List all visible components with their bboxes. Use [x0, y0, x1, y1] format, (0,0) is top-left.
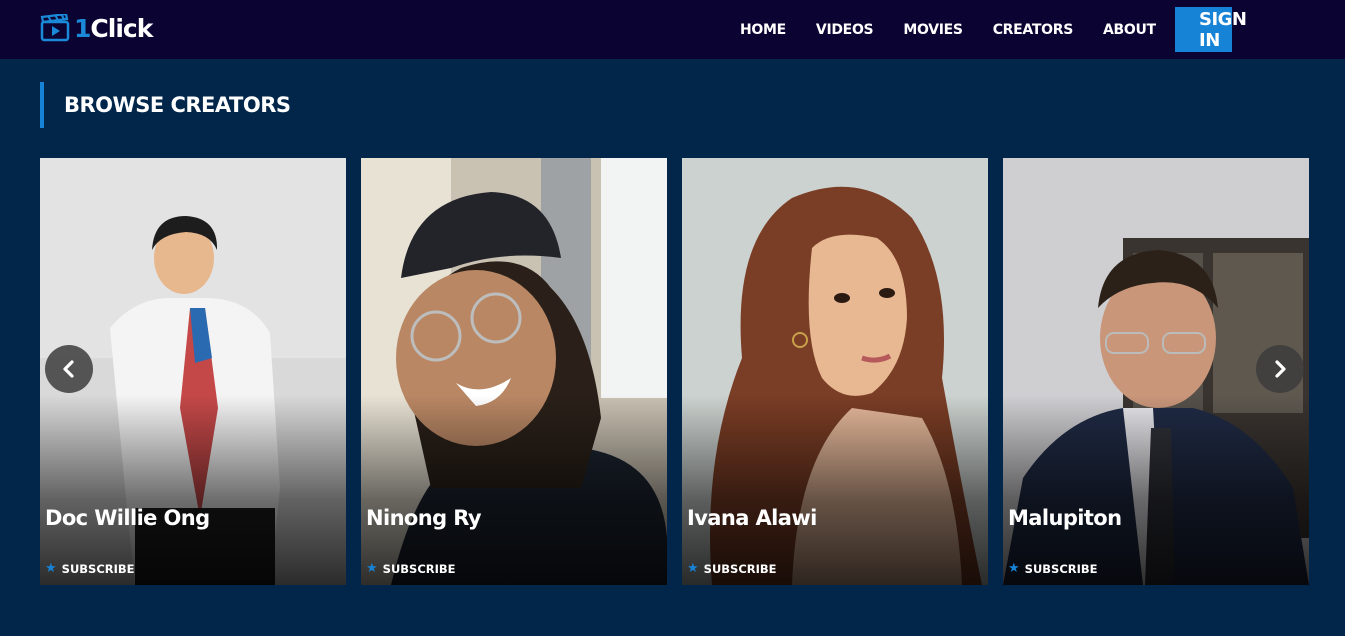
star-icon: ★ — [45, 561, 57, 576]
sign-in-button[interactable]: SIGN IN — [1175, 7, 1265, 52]
subscribe-button[interactable]: ★ SUBSCRIBE — [366, 561, 456, 576]
subscribe-button[interactable]: ★ SUBSCRIBE — [1008, 561, 1098, 576]
creator-name[interactable]: Ninong Ry — [366, 506, 482, 530]
main-nav: HOME VIDEOS MOVIES CREATORS ABOUT — [740, 0, 1186, 59]
subscribe-button[interactable]: ★ SUBSCRIBE — [687, 561, 777, 576]
creator-name[interactable]: Malupiton — [1008, 506, 1122, 530]
nav-creators[interactable]: CREATORS — [993, 22, 1074, 38]
logo-text: 1Click — [74, 13, 153, 43]
chevron-right-icon — [1275, 360, 1286, 378]
creator-name[interactable]: Doc Willie Ong — [45, 506, 210, 530]
nav-videos[interactable]: VIDEOS — [816, 22, 874, 38]
subscribe-button[interactable]: ★ SUBSCRIBE — [45, 561, 135, 576]
carousel-next-button[interactable] — [1256, 345, 1304, 393]
film-clapper-icon — [40, 14, 70, 42]
carousel-prev-button[interactable] — [45, 345, 93, 393]
star-icon: ★ — [687, 561, 699, 576]
top-navbar: 1Click HOME VIDEOS MOVIES CREATORS ABOUT… — [0, 0, 1345, 59]
section-title: BROWSE CREATORS — [40, 82, 291, 128]
chevron-left-icon — [63, 360, 74, 378]
logo[interactable]: 1Click — [40, 12, 153, 44]
creator-card[interactable]: Ninong Ry ★ SUBSCRIBE — [361, 158, 667, 585]
star-icon: ★ — [366, 561, 378, 576]
creator-card[interactable]: Ivana Alawi ★ SUBSCRIBE — [682, 158, 988, 585]
nav-home[interactable]: HOME — [740, 22, 786, 38]
star-icon: ★ — [1008, 561, 1020, 576]
nav-about[interactable]: ABOUT — [1103, 22, 1156, 38]
creator-name[interactable]: Ivana Alawi — [687, 506, 817, 530]
nav-movies[interactable]: MOVIES — [903, 22, 963, 38]
